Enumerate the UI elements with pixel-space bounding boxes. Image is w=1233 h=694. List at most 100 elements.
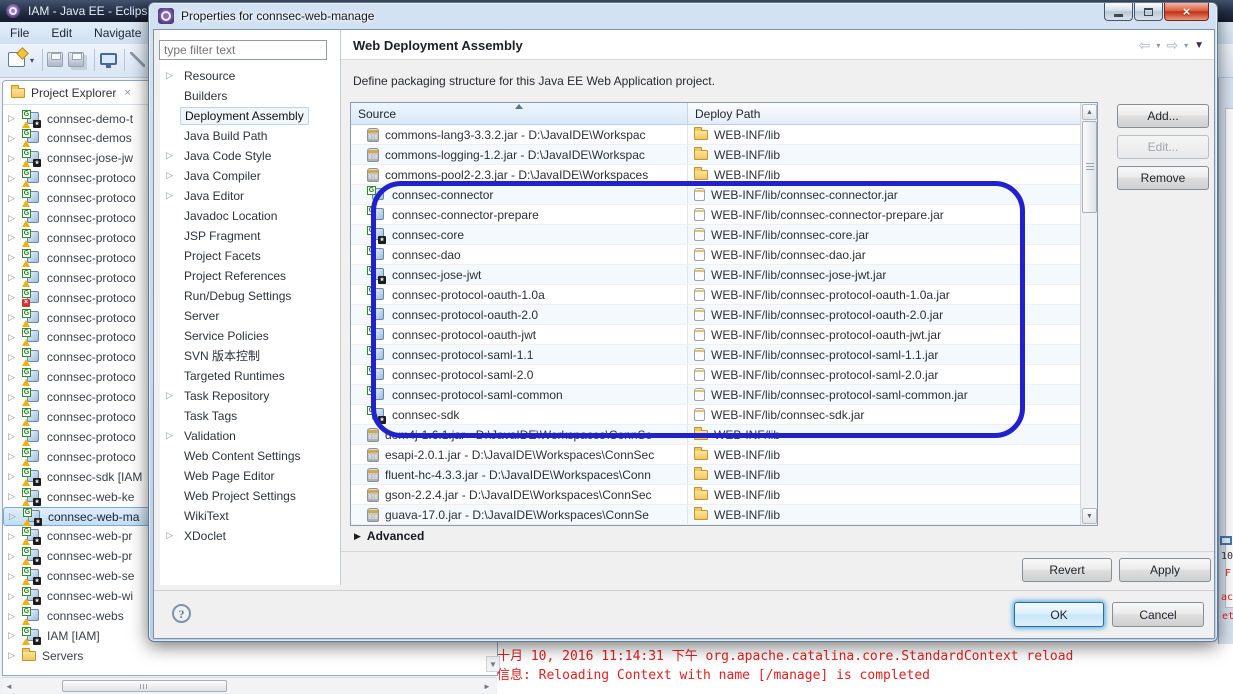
table-row[interactable]: Gconnsec-protocol-oauth-1.0aWEB-INF/lib/… [351, 285, 1081, 305]
column-header-source[interactable]: Source [351, 103, 688, 124]
revert-button[interactable]: Revert [1022, 558, 1112, 582]
expand-icon[interactable]: ▷ [166, 390, 173, 401]
back-menu-icon[interactable]: ▾ [1156, 41, 1160, 50]
save-icon[interactable] [47, 52, 63, 67]
tree-item-web-content-settings[interactable]: Web Content Settings [160, 446, 341, 465]
minimize-button[interactable] [1104, 3, 1133, 21]
mark-occurrences-icon[interactable] [130, 52, 145, 67]
table-row[interactable]: Gconnsec-connector-prepareWEB-INF/lib/co… [351, 205, 1081, 225]
expand-icon[interactable]: ▷ [8, 451, 22, 462]
apply-button[interactable]: Apply [1119, 558, 1211, 582]
remove-button[interactable]: Remove [1117, 166, 1209, 190]
scroll-up-icon[interactable]: ▲ [1082, 104, 1097, 120]
table-scrollbar[interactable]: ▲ ▼ [1080, 103, 1097, 525]
explorer-item-connsec-protoco[interactable]: ▷Gconnsec-protoco [3, 427, 136, 446]
explorer-item-connsec-protoco[interactable]: ▷Gconnsec-protoco [3, 388, 136, 407]
explorer-item-connsec-web-pr[interactable]: ▷G*connsec-web-pr [3, 547, 132, 566]
explorer-item-connsec-web-ke[interactable]: ▷G*connsec-web-ke [3, 487, 134, 506]
tree-item-java-build-path[interactable]: Java Build Path [160, 126, 341, 145]
expand-icon[interactable]: ▷ [166, 190, 173, 201]
tree-item-xdoclet[interactable]: ▷XDoclet [160, 526, 341, 545]
tree-item-jsp-fragment[interactable]: JSP Fragment [160, 226, 341, 245]
tree-item-run-debug-settings[interactable]: Run/Debug Settings [160, 286, 341, 305]
ok-button[interactable]: OK [1014, 602, 1104, 627]
expand-icon[interactable]: ▷ [8, 173, 22, 184]
explorer-item-connsec-protoco[interactable]: ▷Gconnsec-protoco [3, 189, 136, 208]
explorer-item-servers[interactable]: ▷Servers [3, 646, 83, 665]
table-row[interactable]: Gconnsec-protocol-oauth-jwtWEB-INF/lib/c… [351, 325, 1081, 345]
menu-edit[interactable]: Edit [51, 26, 72, 40]
table-row[interactable]: dom4j-1.6.1.jar - D:\JavaIDE\Workspaces\… [351, 425, 1081, 445]
tree-item-task-tags[interactable]: Task Tags [160, 406, 341, 425]
table-row[interactable]: fluent-hc-4.3.3.jar - D:\JavaIDE\Workspa… [351, 465, 1081, 485]
explorer-item-connsec-demo-t[interactable]: ▷G*connsec-demo-t [3, 109, 133, 128]
explorer-horizontal-scrollbar[interactable]: ◄ ► [2, 677, 496, 693]
expand-icon[interactable]: ▷ [166, 170, 173, 181]
explorer-item-connsec-web-wi[interactable]: ▷G*connsec-web-wi [3, 587, 133, 606]
menu-navigate[interactable]: Navigate [94, 26, 141, 40]
chevron-down-icon[interactable]: ▾ [30, 56, 34, 65]
tree-item-server[interactable]: Server [160, 306, 341, 325]
tree-item-java-compiler[interactable]: ▷Java Compiler [160, 166, 341, 185]
table-row[interactable]: Gconnsec-protocol-saml-commonWEB-INF/lib… [351, 385, 1081, 405]
tab-close-icon[interactable]: × [124, 87, 130, 99]
explorer-item-connsec-jose-jw[interactable]: ▷G*connsec-jose-jw [3, 149, 133, 168]
expand-icon[interactable]: ▷ [8, 392, 22, 403]
cancel-button[interactable]: Cancel [1112, 602, 1204, 627]
table-row[interactable]: G*connsec-jose-jwtWEB-INF/lib/connsec-jo… [351, 265, 1081, 285]
tree-item-resource[interactable]: ▷Resource [160, 66, 341, 85]
explorer-item-connsec-protoco[interactable]: ▷Gconnsec-protoco [3, 447, 136, 466]
column-header-deploy-path[interactable]: Deploy Path [688, 103, 1081, 124]
explorer-item-connsec-protoco[interactable]: ▷Gconnsec-protoco [3, 348, 136, 367]
explorer-item-connsec-protoco[interactable]: ▷Gconnsec-protoco [3, 368, 136, 387]
expand-icon[interactable]: ▷ [166, 150, 173, 161]
advanced-section[interactable]: ▶ Advanced [354, 529, 424, 543]
explorer-item-connsec-protoco[interactable]: ▷Gconnsec-protoco [3, 408, 136, 427]
expand-icon[interactable]: ▷ [8, 252, 22, 263]
explorer-item-connsec-protoco[interactable]: ▷Gconnsec-protoco [3, 308, 136, 327]
tree-item-service-policies[interactable]: Service Policies [160, 326, 341, 345]
explorer-item-connsec-web-pr[interactable]: ▷G*connsec-web-pr [3, 527, 132, 546]
tree-item-web-project-settings[interactable]: Web Project Settings [160, 486, 341, 505]
table-row[interactable]: guava-17.0.jar - D:\JavaIDE\Workspaces\C… [351, 505, 1081, 525]
table-row[interactable]: Gconnsec-protocol-saml-2.0WEB-INF/lib/co… [351, 365, 1081, 385]
back-icon[interactable]: ⇦ [1139, 37, 1151, 54]
explorer-item-connsec-protoco[interactable]: ▷Gconnsec-protoco [3, 248, 136, 267]
table-row[interactable]: gson-2.2.4.jar - D:\JavaIDE\Workspaces\C… [351, 485, 1081, 505]
tree-item-targeted-runtimes[interactable]: Targeted Runtimes [160, 366, 341, 385]
explorer-item-connsec-sdk-iam[interactable]: ▷G*connsec-sdk [IAM [3, 467, 142, 486]
table-row[interactable]: esapi-2.0.1.jar - D:\JavaIDE\Workspaces\… [351, 445, 1081, 465]
tree-item-java-editor[interactable]: ▷Java Editor [160, 186, 341, 205]
forward-menu-icon[interactable]: ▾ [1184, 41, 1188, 50]
expand-icon[interactable]: ▷ [8, 332, 22, 343]
expand-icon[interactable]: ▷ [8, 412, 22, 423]
scroll-right-icon[interactable]: ► [483, 682, 491, 691]
expand-icon[interactable]: ▷ [8, 551, 22, 562]
expand-icon[interactable]: ▷ [8, 491, 22, 502]
expand-icon[interactable]: ▷ [8, 153, 22, 164]
forward-icon[interactable]: ⇨ [1166, 37, 1178, 54]
explorer-item-connsec-web-se[interactable]: ▷G*connsec-web-se [3, 567, 134, 586]
expand-icon[interactable]: ▷ [8, 611, 22, 622]
close-button[interactable]: × [1164, 3, 1209, 21]
tree-item-deployment-assembly[interactable]: Deployment Assembly [160, 106, 341, 125]
table-row[interactable]: Gconnsec-protocol-oauth-2.0WEB-INF/lib/c… [351, 305, 1081, 325]
expand-icon[interactable]: ▷ [8, 113, 22, 124]
tree-item-validation[interactable]: ▷Validation [160, 426, 341, 445]
new-wizard-icon[interactable] [8, 52, 25, 67]
dialog-titlebar[interactable]: Properties for connsec-web-manage [149, 3, 1217, 29]
expand-icon[interactable]: ▶ [354, 531, 361, 542]
explorer-item-connsec-protoco[interactable]: ▷Gconnsec-protoco [3, 228, 136, 247]
scroll-left-icon[interactable]: ◄ [5, 682, 13, 691]
expand-icon[interactable]: ▷ [8, 591, 22, 602]
expand-icon[interactable]: ▷ [8, 571, 22, 582]
tree-item-web-page-editor[interactable]: Web Page Editor [160, 466, 341, 485]
help-icon[interactable]: ? [172, 604, 191, 623]
expand-icon[interactable]: ▷ [8, 213, 22, 224]
expand-icon[interactable]: ▷ [166, 430, 173, 441]
table-row[interactable]: commons-pool2-2.3.jar - D:\JavaIDE\Works… [351, 165, 1081, 185]
table-row[interactable]: G*connsec-coreWEB-INF/lib/connsec-core.j… [351, 225, 1081, 245]
menu-file[interactable]: File [10, 26, 29, 40]
expand-icon[interactable]: ▷ [8, 372, 22, 383]
expand-icon[interactable]: ▷ [8, 133, 22, 144]
